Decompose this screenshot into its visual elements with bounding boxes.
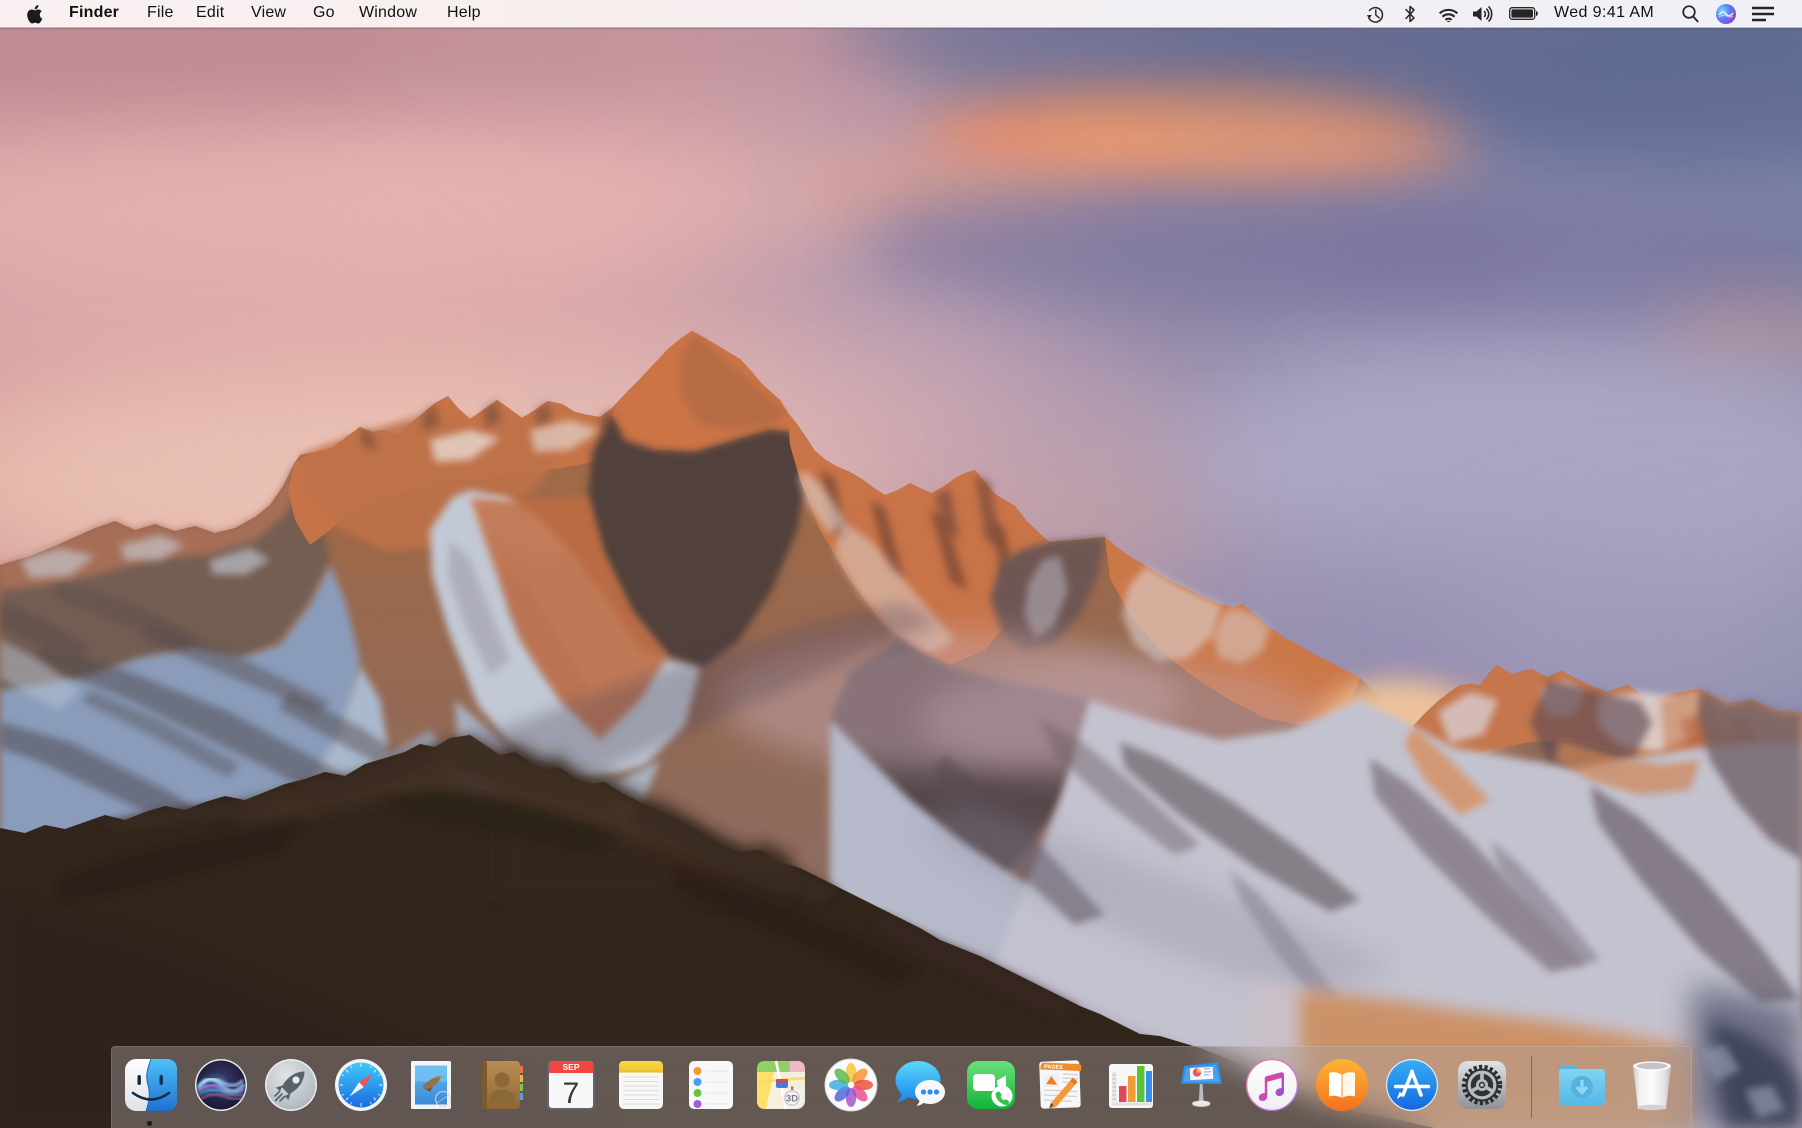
svg-text:3D: 3D — [786, 1094, 798, 1105]
svg-text:SEP: SEP — [562, 1062, 579, 1072]
svg-text:7: 7 — [563, 1077, 580, 1110]
svg-text:PAGES: PAGES — [1044, 1064, 1063, 1071]
